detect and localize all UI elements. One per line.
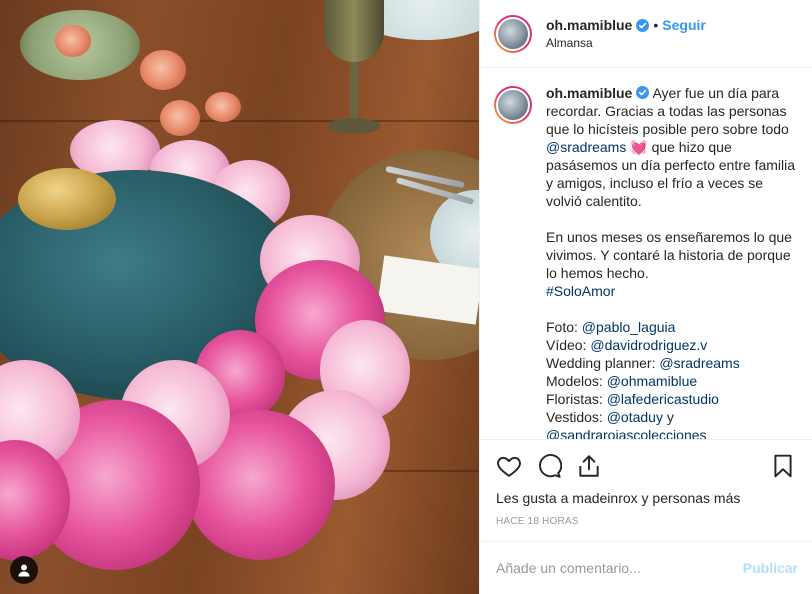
credit-label: Floristas: bbox=[546, 391, 607, 407]
credit-label: Vestidos: bbox=[546, 409, 607, 425]
verified-badge-icon bbox=[636, 86, 650, 99]
credit-label: Vídeo: bbox=[546, 337, 591, 353]
credit-line: Wedding planner: @sradreams bbox=[546, 354, 798, 372]
avatar[interactable] bbox=[494, 86, 532, 124]
mention-link[interactable]: @sradreams bbox=[659, 355, 739, 371]
caption-area: oh.mamiblue Ayer fue un día para recorda… bbox=[480, 68, 812, 439]
caption-text: oh.mamiblue Ayer fue un día para recorda… bbox=[546, 84, 798, 439]
location-link[interactable]: Almansa bbox=[546, 36, 706, 50]
post-timestamp[interactable]: HACE 18 HORAS bbox=[496, 516, 796, 527]
credit-line: Modelos: @ohmamiblue bbox=[546, 372, 798, 390]
credit-suffix: y bbox=[662, 409, 674, 425]
mention-link[interactable]: @sandrarojascolecciones bbox=[546, 427, 707, 439]
post-header: oh.mamiblue • Seguir Almansa bbox=[480, 0, 812, 68]
mention-link[interactable]: @otaduy bbox=[607, 409, 663, 425]
avatar[interactable] bbox=[494, 14, 532, 53]
flower bbox=[205, 92, 241, 122]
credit-line: Vídeo: @davidrodriguez.v bbox=[546, 336, 798, 354]
post-modal: oh.mamiblue • Seguir Almansa oh.mamiblue… bbox=[0, 0, 812, 594]
username[interactable]: oh.mamiblue bbox=[546, 17, 632, 33]
credit-line: Vestidos: @otaduy y bbox=[546, 408, 798, 426]
verified-badge-icon bbox=[636, 18, 650, 32]
heart-icon[interactable] bbox=[496, 453, 522, 479]
credit-label: Modelos: bbox=[546, 373, 607, 389]
bookmark-icon[interactable] bbox=[770, 453, 796, 479]
credit-line: @sandrarojascolecciones bbox=[546, 426, 798, 439]
caption-paragraph: En unos meses os enseñaremos lo que vivi… bbox=[546, 229, 792, 281]
likes-text[interactable]: Les gusta a madeinrox y personas más bbox=[496, 490, 796, 506]
flower bbox=[55, 25, 91, 57]
mention-link[interactable]: @lafedericastudio bbox=[607, 391, 719, 407]
follow-button[interactable]: Seguir bbox=[662, 17, 706, 33]
post-side-panel: oh.mamiblue • Seguir Almansa oh.mamiblue… bbox=[479, 0, 812, 594]
goblet bbox=[318, 0, 390, 140]
flower bbox=[160, 100, 200, 136]
post-comment-button[interactable]: Publicar bbox=[743, 560, 798, 576]
post-photo[interactable] bbox=[0, 0, 479, 594]
mention-link[interactable]: @davidrodriguez.v bbox=[590, 337, 707, 353]
comment-input[interactable]: Añade un comentario... bbox=[496, 560, 743, 576]
credit-label: Wedding planner: bbox=[546, 355, 660, 371]
comment-box: Añade un comentario... Publicar bbox=[480, 541, 812, 594]
mention-link[interactable]: @pablo_laguia bbox=[582, 319, 676, 335]
credit-label: Foto: bbox=[546, 319, 582, 335]
credits-list: Foto: @pablo_laguia Vídeo: @davidrodrigu… bbox=[546, 318, 798, 439]
credit-line: Foto: @pablo_laguia bbox=[546, 318, 798, 336]
separator: • bbox=[653, 17, 659, 33]
user-tag-icon[interactable] bbox=[10, 556, 38, 584]
caption-username[interactable]: oh.mamiblue bbox=[546, 85, 632, 101]
comment-icon[interactable] bbox=[536, 453, 562, 479]
flower bbox=[140, 50, 186, 90]
share-icon[interactable] bbox=[576, 453, 602, 479]
action-bar: Les gusta a madeinrox y personas más HAC… bbox=[480, 439, 812, 527]
mention-link[interactable]: @ohmamiblue bbox=[607, 373, 697, 389]
pot-knob bbox=[18, 168, 116, 230]
heart-emoji-icon: 💓 bbox=[626, 139, 652, 155]
mention-link[interactable]: @sradreams bbox=[546, 139, 626, 155]
hashtag-link[interactable]: #SoloAmor bbox=[546, 283, 615, 299]
credit-line: Floristas: @lafedericastudio bbox=[546, 390, 798, 408]
